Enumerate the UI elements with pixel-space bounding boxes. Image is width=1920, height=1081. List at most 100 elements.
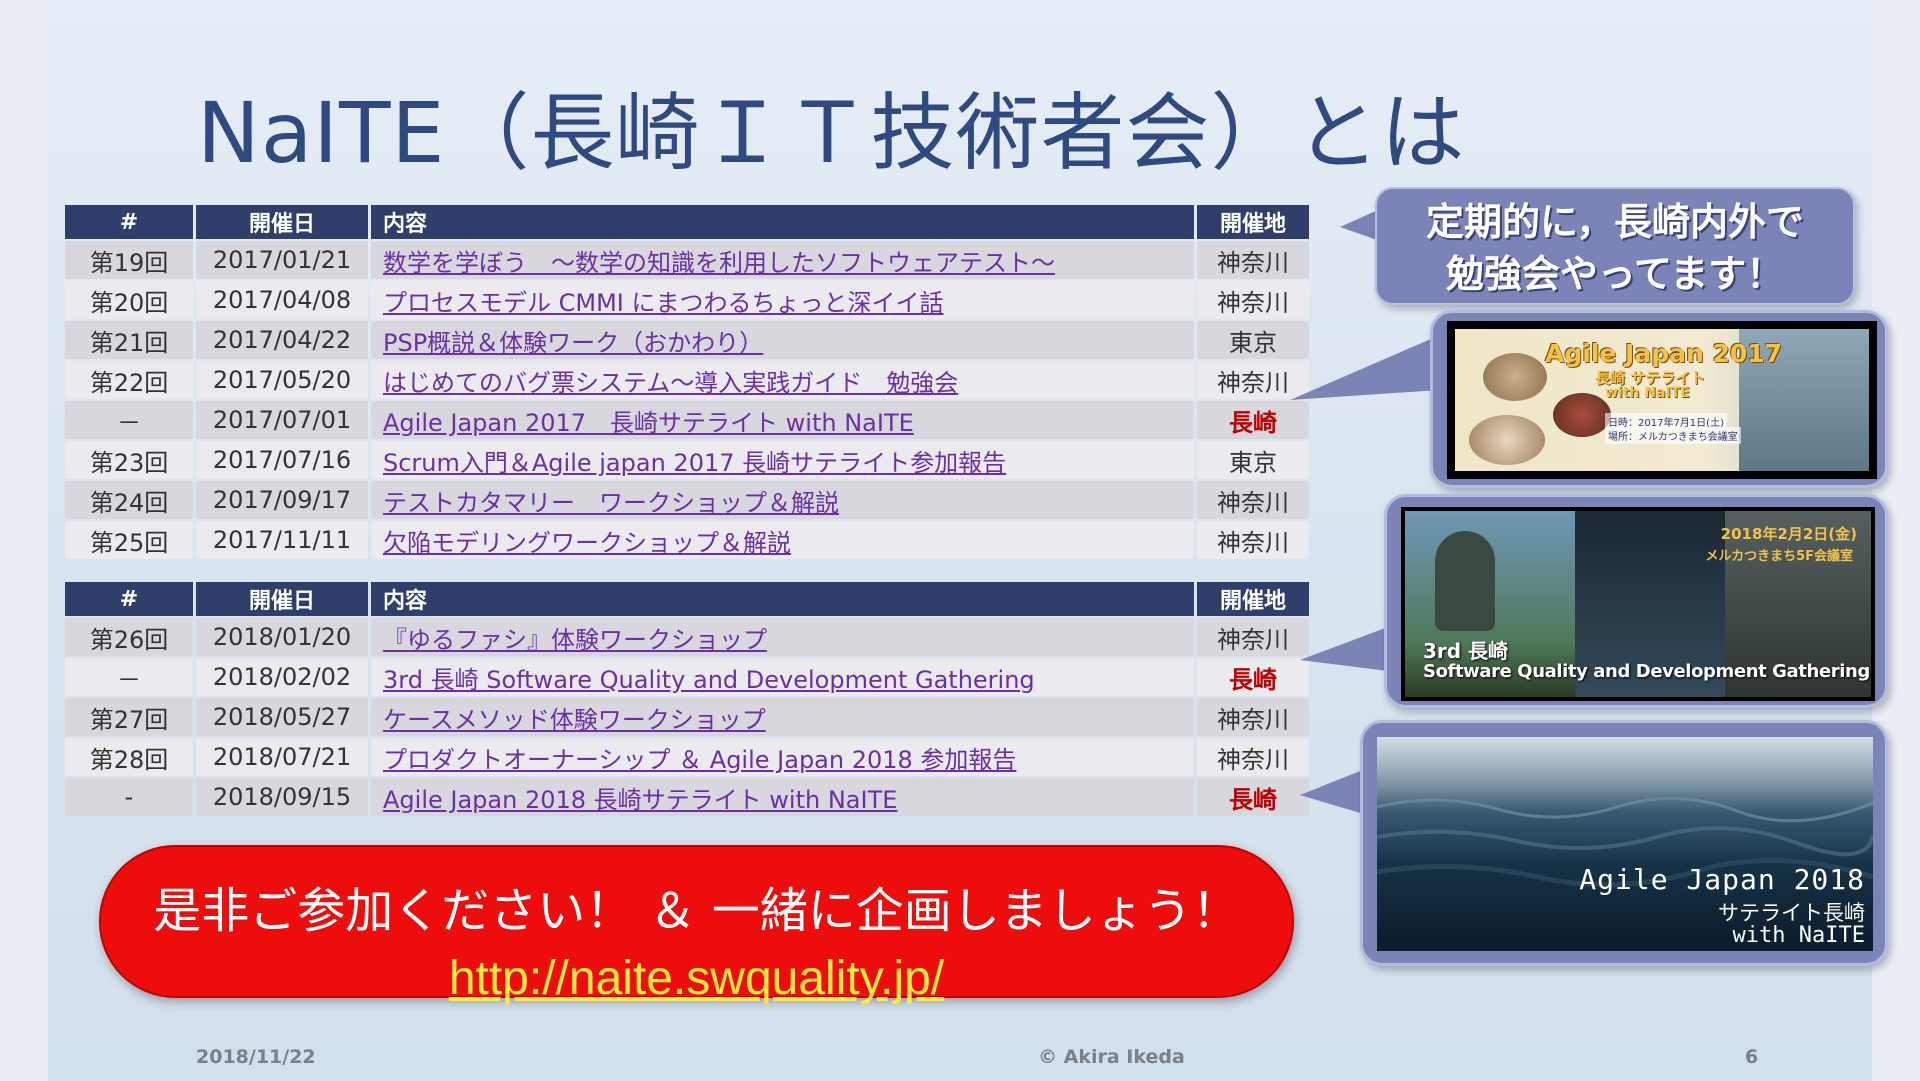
session-date: 2017/09/17 (212, 486, 352, 514)
session-title-link[interactable]: 欠陥モデリングワークショップ＆解説 (383, 529, 791, 557)
session-date: 2018/01/20 (212, 623, 352, 651)
callout-pointer (1340, 209, 1380, 241)
session-number-cell: 第26回 (65, 618, 193, 656)
session-location: 神奈川 (1217, 288, 1289, 317)
session-location-cell: 長崎 (1197, 778, 1309, 816)
session-title-link-cell: 『ゆるファシ』体験ワークショップ (371, 618, 1194, 656)
session-title-link[interactable]: Agile Japan 2018 長崎サテライト with NaITE (383, 786, 897, 814)
col-loc-header: 開催地 (1197, 582, 1309, 616)
table-row: - 2018/09/15 Agile Japan 2018 長崎サテライト with… (65, 778, 1309, 816)
food-photo-3 (1553, 393, 1611, 437)
session-title-link[interactable]: 『ゆるファシ』体験ワークショップ (383, 626, 767, 654)
session-number: 第25回 (89, 528, 169, 557)
col-loc-header: 開催地 (1197, 205, 1309, 239)
session-location: 長崎 (1229, 408, 1277, 437)
session-location-cell: 神奈川 (1197, 281, 1309, 319)
session-date-cell: 2018/09/15 (196, 778, 368, 816)
callout-box: 定期的に，長崎内外で 勉強会やってます！ (1375, 187, 1855, 305)
callout-line1: 定期的に，長崎内外で (1425, 200, 1805, 244)
session-number-cell: 第25回 (65, 521, 193, 559)
table-row: 第22回 2017/05/20 はじめてのバグ票システム～導入実践ガイド 勉強会 神奈… (65, 361, 1309, 399)
table-row: 第28回 2018/07/21 プロダクトオーナーシップ ＆ Agile Japan… (65, 738, 1309, 776)
session-location: 神奈川 (1217, 248, 1289, 277)
table-row: 第20回 2017/04/08 プロセスモデル CMMI にまつわるちょっと深イイ話… (65, 281, 1309, 319)
session-date: 2018/09/15 (212, 783, 352, 811)
peace-statue (1435, 531, 1495, 631)
session-date-cell: 2018/01/20 (196, 618, 368, 656)
session-title-link[interactable]: Agile Japan 2017 長崎サテライト with NaITE (383, 409, 914, 437)
session-title-link[interactable]: プロダクトオーナーシップ ＆ Agile Japan 2018 参加報告 (383, 746, 1016, 774)
img2-line1: 3rd 長崎 (1423, 639, 1509, 663)
col-num-header: # (65, 205, 193, 239)
img2-place: メルカつきまち5F会議室 (1705, 549, 1853, 564)
session-location-cell: 東京 (1197, 441, 1309, 479)
session-number: 第20回 (89, 288, 169, 317)
callout-line2: 勉強会やってます！ (1445, 252, 1785, 296)
bubble-agile-japan-2018: Agile Japan 2018 サテライト長崎 with NaITE (1360, 720, 1888, 966)
session-date: 2017/07/01 (212, 406, 352, 434)
session-date: 2017/04/08 (212, 286, 352, 314)
footer-date: 2018/11/22 (196, 1046, 316, 1068)
img1-sub2: with NaITE (1605, 385, 1690, 401)
img1-title: Agile Japan 2017 (1545, 339, 1783, 368)
session-date-cell: 2017/07/01 (196, 401, 368, 439)
img2-date: 2018年2月2日(金) (1720, 525, 1857, 543)
3rd-nagasaki-image: 2018年2月2日(金) メルカつきまち5F会議室 3rd 長崎 Softwar… (1401, 507, 1875, 701)
session-title-link[interactable]: PSP概説＆体験ワーク（おかわり） (383, 329, 763, 357)
table-row: 第25回 2017/11/11 欠陥モデリングワークショップ＆解説 神奈川 (65, 521, 1309, 559)
session-title-link[interactable]: はじめてのバグ票システム～導入実践ガイド 勉強会 (383, 369, 958, 397)
session-number-cell: 第19回 (65, 241, 193, 279)
table-header-row: # 開催日 内容 開催地 (65, 205, 1309, 239)
session-title-link-cell: 3rd 長崎 Software Quality and Development … (371, 658, 1194, 696)
img2-line2: Software Quality and Development Gatheri… (1423, 661, 1870, 682)
session-date-cell: 2017/04/08 (196, 281, 368, 319)
table-row: 第21回 2017/04/22 PSP概説＆体験ワーク（おかわり） 東京 (65, 321, 1309, 359)
promo-banner: 是非ご参加ください！ ＆ 一緒に企画しましょう！ http://naite.sw… (99, 845, 1294, 1005)
session-location: 神奈川 (1217, 745, 1289, 774)
session-date-cell: 2017/07/16 (196, 441, 368, 479)
session-title-link[interactable]: テストカタマリー ワークショップ＆解説 (383, 489, 839, 517)
session-number: 第23回 (89, 448, 169, 477)
slide-title: NaITE（長崎ＩＴ技術者会）とは (197, 84, 1466, 182)
col-title-header: 内容 (371, 582, 1194, 616)
session-date-cell: 2017/09/17 (196, 481, 368, 519)
session-number-cell: 第21回 (65, 321, 193, 359)
session-location-cell: 長崎 (1197, 658, 1309, 696)
food-photo-2 (1469, 415, 1545, 465)
session-title-link[interactable]: ケースメソッド体験ワークショップ (383, 706, 766, 734)
food-photo-1 (1483, 353, 1547, 401)
session-location: 神奈川 (1217, 705, 1289, 734)
session-title-link-cell: Agile Japan 2017 長崎サテライト with NaITE (371, 401, 1194, 439)
table-row: 第27回 2018/05/27 ケースメソッド体験ワークショップ 神奈川 (65, 698, 1309, 736)
session-number: 第21回 (89, 328, 169, 357)
col-date-header: 開催日 (196, 205, 368, 239)
session-date-cell: 2017/01/21 (196, 241, 368, 279)
session-title-link-cell: ケースメソッド体験ワークショップ (371, 698, 1194, 736)
bubble-agile-japan-2017: Agile Japan 2017 長崎 サテライト with NaITE 日時：… (1430, 310, 1888, 488)
session-location: 神奈川 (1217, 488, 1289, 517)
session-number: - (124, 783, 134, 811)
session-number-cell: 第24回 (65, 481, 193, 519)
session-number: 第19回 (89, 248, 169, 277)
session-title-link-cell: プロセスモデル CMMI にまつわるちょっと深イイ話 (371, 281, 1194, 319)
session-date-cell: 2017/05/20 (196, 361, 368, 399)
session-title-link-cell: はじめてのバグ票システム～導入実践ガイド 勉強会 (371, 361, 1194, 399)
promo-url-link[interactable]: http://naite.swquality.jp/ (101, 951, 1292, 1006)
session-title-link[interactable]: 3rd 長崎 Software Quality and Development … (383, 666, 1035, 694)
session-number-cell: 第20回 (65, 281, 193, 319)
session-date-cell: 2017/04/22 (196, 321, 368, 359)
agile-japan-2017-image: Agile Japan 2017 長崎 サテライト with NaITE 日時：… (1447, 321, 1877, 479)
session-title-link-cell: Scrum入門＆Agile japan 2017 長崎サテライト参加報告 (371, 441, 1194, 479)
session-location-cell: 神奈川 (1197, 521, 1309, 559)
session-number: 第27回 (89, 705, 169, 734)
table-row: 第19回 2017/01/21 数学を学ぼう ～数学の知識を利用したソフトウェアテス… (65, 241, 1309, 279)
session-date-cell: 2018/05/27 (196, 698, 368, 736)
session-title-link[interactable]: Scrum入門＆Agile japan 2017 長崎サテライト参加報告 (383, 449, 1006, 477)
table-row: － 2017/07/01 Agile Japan 2017 長崎サテライト with… (65, 401, 1309, 439)
session-title-link[interactable]: プロセスモデル CMMI にまつわるちょっと深イイ話 (383, 289, 944, 317)
session-number-cell: － (65, 658, 193, 696)
session-number-cell: 第27回 (65, 698, 193, 736)
session-number: 第24回 (89, 488, 169, 517)
session-title-link[interactable]: 数学を学ぼう ～数学の知識を利用したソフトウェアテスト～ (383, 249, 1055, 277)
table-header-row: # 開催日 内容 開催地 (65, 582, 1309, 616)
